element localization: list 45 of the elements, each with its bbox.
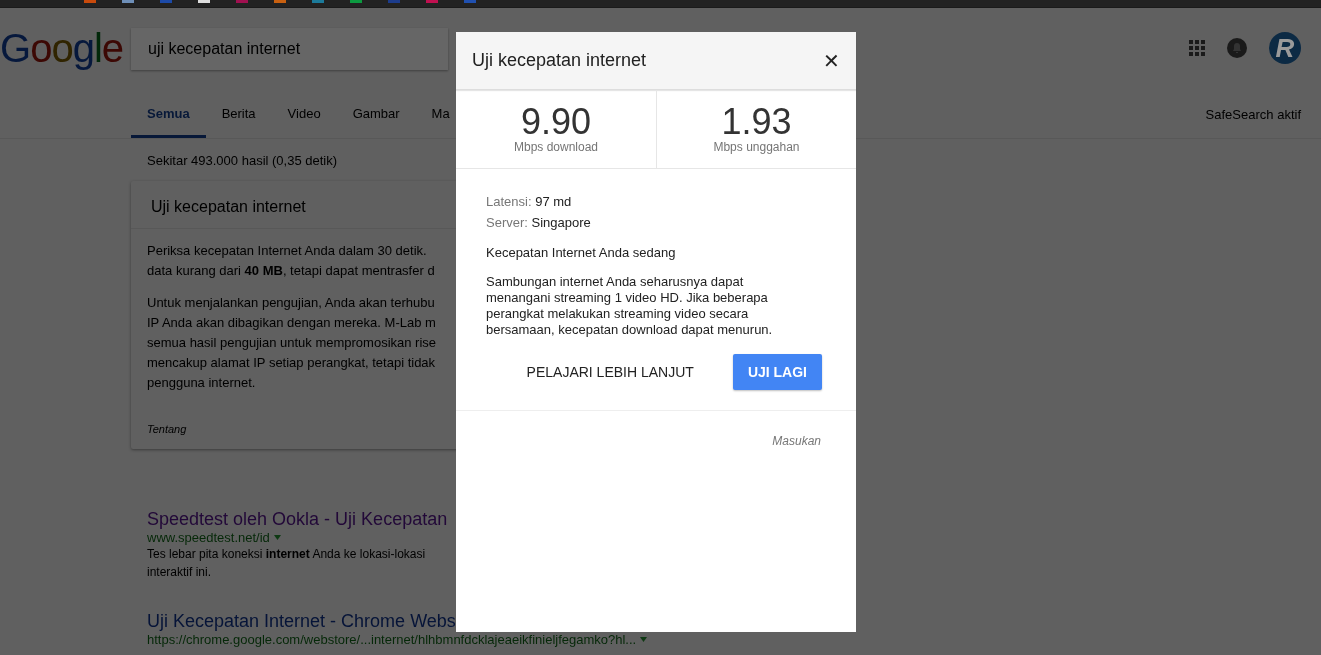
result-title-link[interactable]: Speedtest oleh Ookla - Uji Kecepatan [147,509,1305,530]
bookmark-icon[interactable] [388,0,400,3]
bookmark-icon[interactable] [426,0,438,3]
speed-unit-label: Mbps unggahan [713,140,800,154]
search-tab[interactable]: Gambar [336,106,416,138]
card-paragraph: Untuk menjalankan pengujian, Anda akan terhubu IP Anda akan dibagikan dengan mereka. M-Lab m semua hasil pengujian untuk mempromosikan rise mencakup alamat IP setiap perangkat, tetapi tidak pengguna internet. [147,294,437,392]
apps-grid-icon[interactable] [1189,40,1205,56]
feedback-link[interactable]: Masukan [772,434,821,448]
result-snippet: Tes lebar pita koneksi internet Anda ke lokasi-lokasi interaktif ini. [147,546,426,581]
result-stats: Sekitar 493.000 hasil (0,35 detik) [146,152,339,170]
search-tab[interactable]: Berita [205,106,272,138]
logo[interactable]: Google [0,25,131,71]
search-tab[interactable]: Semua [131,106,206,138]
bookmark-icon[interactable] [84,0,96,3]
speed-unit-label: Mbps download [513,140,599,154]
dialog-title: Uji kecepatan internet [472,50,647,71]
search-tab[interactable]: Video [271,106,337,138]
result-url: https://chrome.google.com/webstore/...internet/hlhbmnfdcklajeaeikfinieljfegamko?hl... [147,632,637,647]
learn-more-button[interactable]: PELAJARI LEBIH LANJUT [511,354,709,390]
bookmark-icon[interactable] [236,0,248,3]
bookmark-icon[interactable] [464,0,476,3]
detail-value: Singapore [531,215,591,230]
dropdown-caret-icon[interactable] [273,535,281,540]
result-url: www.speedtest.net/id [147,530,270,545]
bookmark-icon[interactable] [350,0,362,3]
close-button[interactable]: ✕ [823,48,840,73]
card-paragraph: Periksa kecepatan Internet Anda dalam 30 detik. data kurang dari 40 MB, tetapi dapat mentrasfer d [147,242,435,280]
detail-value: 97 md [535,194,572,209]
bookmark-icon[interactable] [312,0,324,3]
bell-icon[interactable] [1227,38,1247,58]
safesearch-status[interactable]: SafeSearch aktif [1205,107,1301,138]
bookmark-icon[interactable] [198,0,210,3]
bookmark-icon[interactable] [274,0,286,3]
speed-value: 1.93 [721,104,792,140]
about-link[interactable]: Tentang [147,423,187,435]
bookmark-icon[interactable] [122,0,134,3]
speed-verdict: Kecepatan Internet Anda sedang [486,245,677,260]
result-title-link[interactable]: Uji Kecepatan Internet - Chrome Webs [147,611,1305,632]
speed-description: Sambungan internet Anda seharusnya dapat menangani streaming 1 video HD. Jika beberapa perangkat melakukan streaming video secara bersamaan, kecepatan download dapat menurun. [486,274,774,338]
bookmark-icon[interactable] [160,0,172,3]
search-field[interactable]: uji kecepatan internet [131,28,448,70]
dropdown-caret-icon[interactable] [640,637,648,642]
speed-value: 9.90 [520,104,592,140]
retest-button[interactable]: UJI LAGI [732,354,822,390]
profile-avatar[interactable]: R [1269,32,1301,64]
